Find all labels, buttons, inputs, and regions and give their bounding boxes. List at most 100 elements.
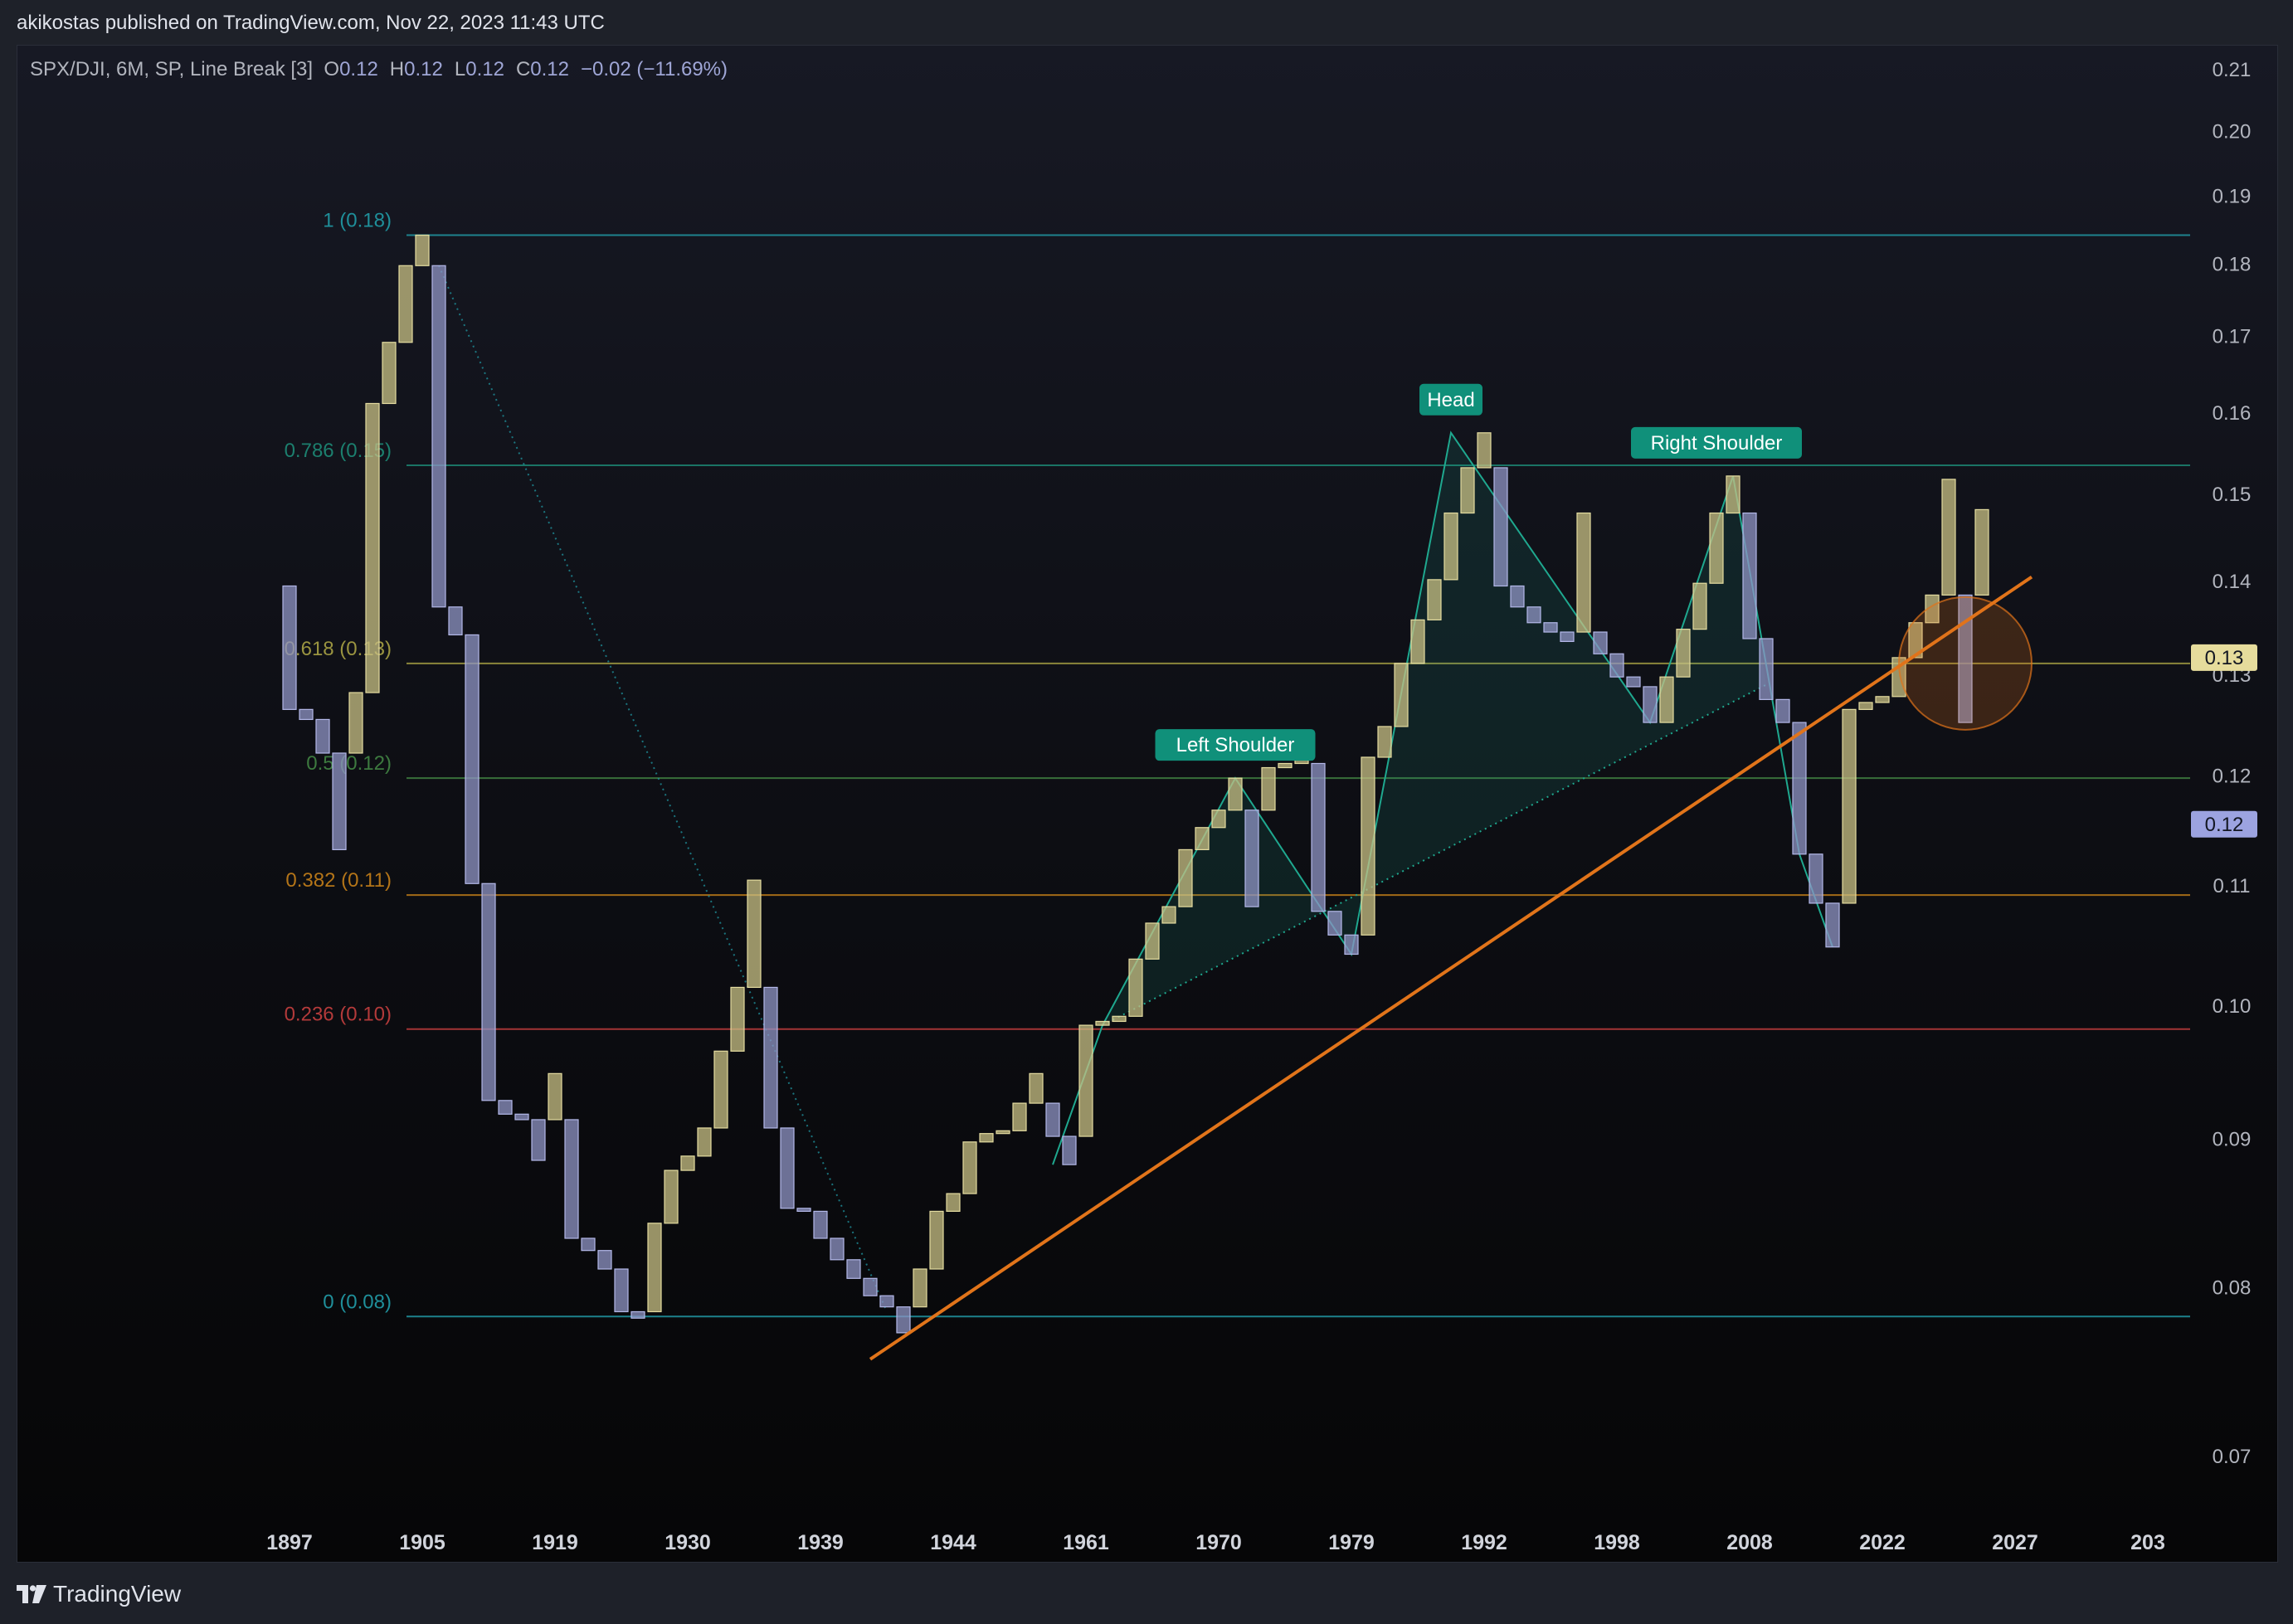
tradingview-logo[interactable]: TradingView (17, 1581, 181, 1607)
time-tick-label: 1897 (266, 1531, 313, 1554)
bear-brick (581, 1237, 596, 1252)
price-tick-label: 0.18 (2213, 254, 2252, 276)
bear-brick (299, 708, 314, 721)
bear-brick (448, 606, 463, 636)
bull-brick (913, 1268, 927, 1308)
bear-brick (481, 883, 496, 1101)
bear-brick (1045, 1102, 1060, 1137)
time-tick-label: 1979 (1328, 1531, 1375, 1554)
bull-brick (1709, 512, 1724, 584)
price-tick-label: 0.08 (2213, 1277, 2252, 1300)
bull-brick (1576, 512, 1591, 633)
high-value: 0.12 (404, 58, 443, 80)
bull-brick (1278, 762, 1293, 769)
bull-brick (1261, 766, 1276, 811)
chart-legend: SPX/DJI, 6M, SP, Line Break [3] O0.12 H0.… (30, 58, 728, 81)
symbol-info[interactable]: SPX/DJI, 6M, SP, Line Break [3] (30, 58, 313, 80)
bull-brick (1012, 1102, 1027, 1131)
bull-brick (1161, 906, 1176, 924)
bear-brick (1775, 698, 1790, 723)
open-label: O (324, 58, 340, 80)
price-tick-label: 0.14 (2213, 571, 2252, 593)
bear-brick (863, 1277, 878, 1296)
bull-brick (1941, 479, 1956, 596)
bear-brick (1493, 467, 1508, 587)
low-label: L (454, 58, 466, 80)
bear-brick (830, 1237, 845, 1261)
price-tick-label: 0.10 (2213, 995, 2252, 1018)
time-axis[interactable]: 1897 1905 1919 1930 1939 1944 1961 1970 1979 1992… (266, 1531, 2165, 1554)
bear-brick (1792, 722, 1807, 855)
tradingview-logo-icon (17, 1585, 46, 1603)
pattern-label[interactable]: Right Shoulder (1631, 426, 1802, 459)
bull-brick (1112, 1015, 1127, 1023)
bear-brick (282, 585, 297, 710)
bull-brick (697, 1127, 712, 1157)
price-tick-label: 0.09 (2213, 1128, 2252, 1150)
bear-brick (1327, 911, 1342, 936)
bear-brick (1759, 638, 1774, 700)
fib-level-label: 0 (0.08) (323, 1291, 392, 1313)
bull-brick (1095, 1020, 1110, 1026)
bear-brick (597, 1250, 612, 1270)
bull-brick (1228, 777, 1243, 811)
price-tick-label: 0.15 (2213, 484, 2252, 506)
pattern-label-text: Head (1427, 389, 1474, 411)
bull-brick (996, 1130, 1010, 1135)
pattern-label[interactable]: Head (1419, 383, 1482, 416)
bull-brick (1128, 958, 1143, 1017)
chart-canvas[interactable]: 1 (0.18)0.786 (0.15)0.618 (0.13)0.5 (0.1… (0, 0, 2293, 1624)
bear-brick (1311, 762, 1326, 912)
close-value: 0.12 (530, 58, 569, 80)
bull-brick (1974, 508, 1989, 596)
bull-brick (1078, 1024, 1093, 1137)
time-tick-label: 1992 (1461, 1531, 1507, 1554)
bull-brick (979, 1133, 994, 1143)
bear-brick (315, 718, 330, 754)
price-tick-label: 0.17 (2213, 326, 2252, 348)
price-tick-label: 0.20 (2213, 120, 2252, 143)
price-tick-label: 0.12 (2213, 766, 2252, 788)
pattern-entry-leg (1052, 1024, 1103, 1165)
bull-brick (946, 1193, 961, 1213)
time-tick-label: 1905 (399, 1531, 445, 1554)
fib-level-label: 0.236 (0.10) (285, 1004, 392, 1026)
price-badge: 0.13 (2191, 644, 2257, 671)
bear-brick (465, 634, 480, 884)
bear-brick (531, 1119, 546, 1161)
price-badge-text: 0.13 (2205, 647, 2244, 669)
price-axis[interactable]: 0.07 0.08 0.09 0.10 0.11 0.12 0.13 0.14 0.15 0.16… (2191, 59, 2257, 1468)
low-value: 0.12 (465, 58, 504, 80)
bull-brick (1145, 922, 1160, 960)
time-tick-label: 1970 (1195, 1531, 1242, 1554)
bull-brick (1443, 512, 1458, 581)
bull-brick (398, 265, 413, 343)
price-tick-label: 0.11 (2213, 875, 2251, 897)
bull-brick (962, 1141, 977, 1194)
bull-brick (1460, 467, 1475, 514)
time-tick-label: 1961 (1063, 1531, 1109, 1554)
bear-brick (1543, 622, 1558, 633)
fib-level-label: 0.5 (0.12) (306, 752, 392, 775)
bull-brick (1029, 1072, 1044, 1104)
bull-brick (348, 692, 363, 754)
bear-brick (1062, 1135, 1077, 1165)
time-tick-label: 1998 (1594, 1531, 1640, 1554)
pattern-label-text: Right Shoulder (1651, 432, 1783, 455)
bear-brick (896, 1306, 911, 1334)
bear-brick (630, 1310, 645, 1319)
bear-brick (780, 1127, 795, 1209)
bull-brick (680, 1155, 695, 1171)
bear-brick (614, 1268, 629, 1313)
bear-brick (1593, 631, 1608, 654)
pattern-label[interactable]: Left Shoulder (1155, 729, 1316, 761)
bear-brick (879, 1295, 894, 1308)
bull-brick (1427, 579, 1442, 620)
bear-brick (1560, 631, 1575, 642)
time-tick-label: 2022 (1859, 1531, 1906, 1554)
bull-brick (1195, 827, 1210, 851)
bear-brick (1626, 676, 1641, 688)
price-tick-label: 0.19 (2213, 185, 2252, 207)
high-label: H (389, 58, 405, 80)
bull-brick (1875, 696, 1890, 703)
